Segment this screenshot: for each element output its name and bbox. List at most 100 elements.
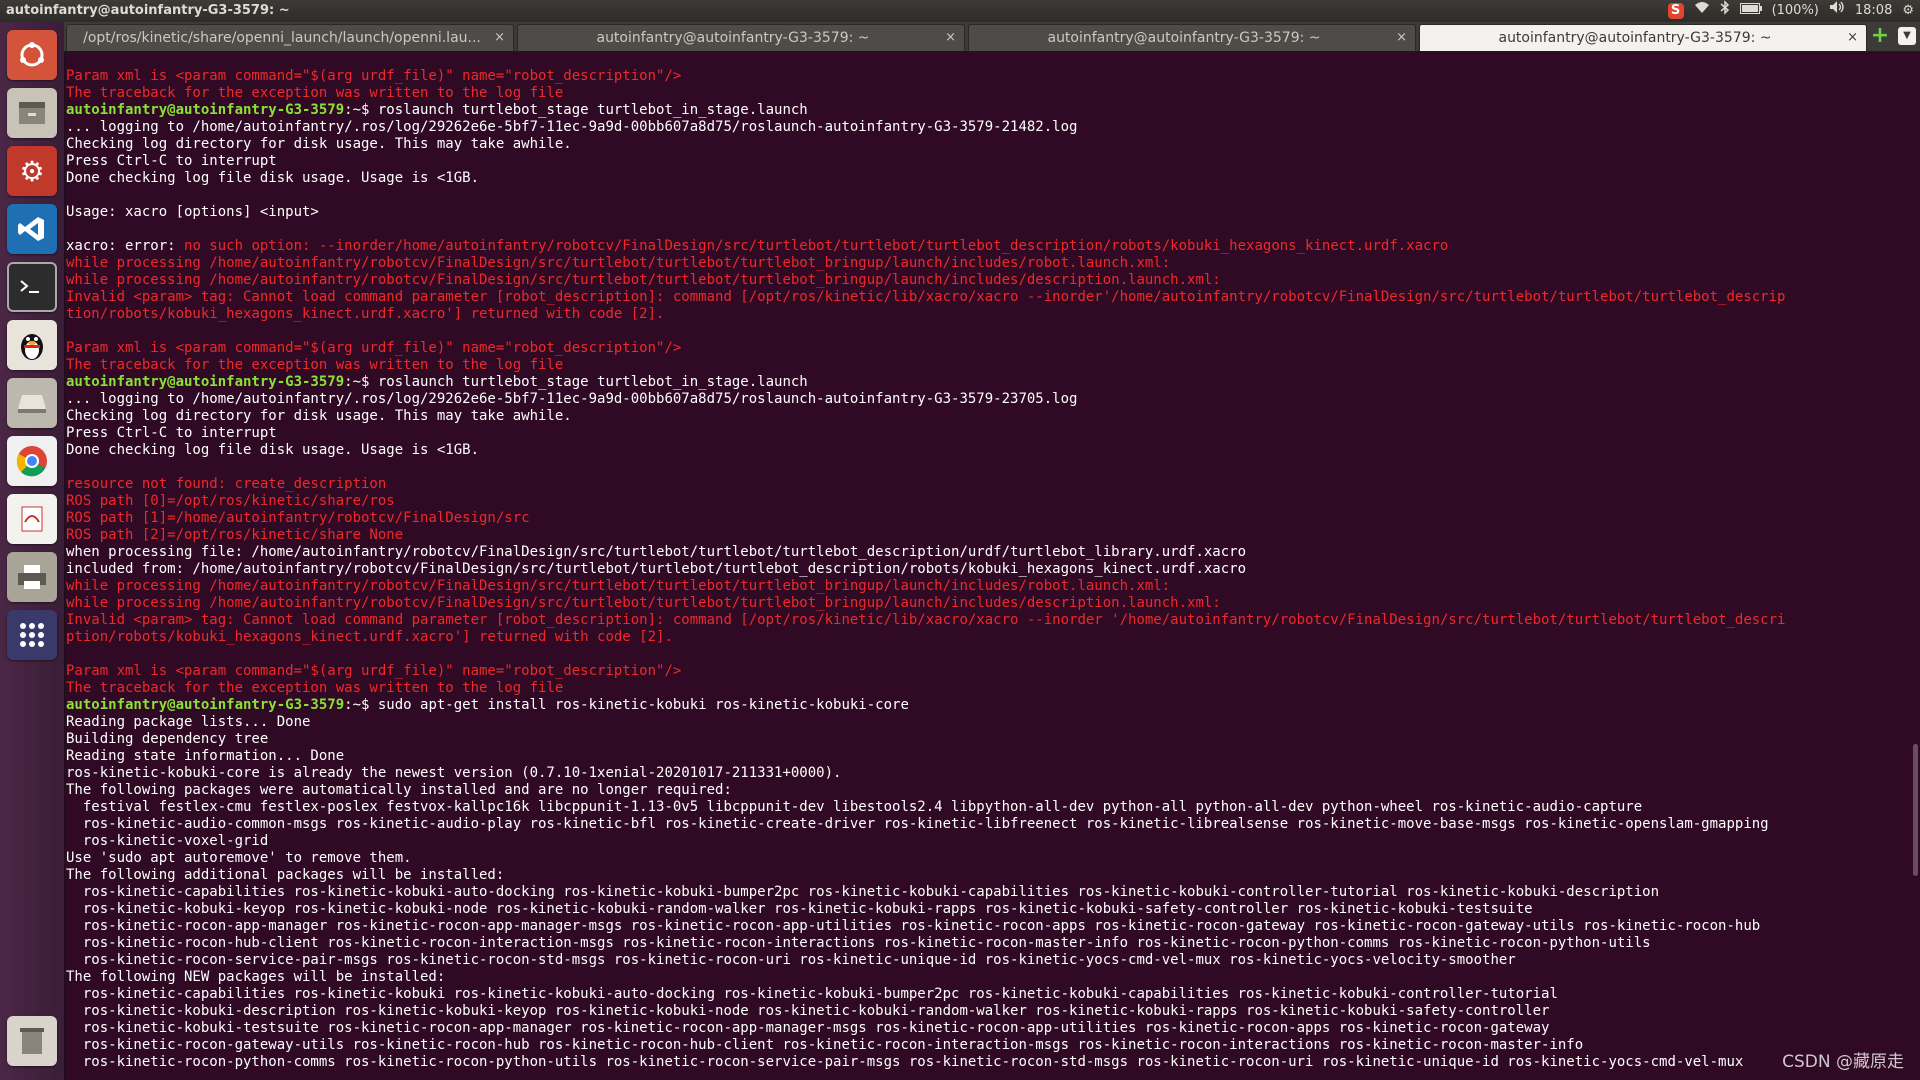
qq-penguin-icon[interactable]	[7, 320, 57, 370]
disk-drive-icon[interactable]	[7, 378, 57, 428]
terminal-line: Usage: xacro [options] <input>	[66, 204, 1904, 221]
output-text: The following NEW packages will be insta…	[66, 969, 446, 985]
terminal-line: ption/robots/kobuki_hexagons_kinect.urdf…	[66, 629, 1904, 646]
tab-label: autoinfantry@autoinfantry-G3-3579: ~	[1047, 30, 1321, 46]
error-text: tion/robots/kobuki_hexagons_kinect.urdf.…	[66, 306, 665, 322]
files-icon[interactable]	[7, 88, 57, 138]
close-icon[interactable]: ×	[1396, 25, 1407, 51]
output-text: ros-kinetic-capabilities ros-kinetic-kob…	[66, 884, 1660, 900]
terminal-line: ... logging to /home/autoinfantry/.ros/l…	[66, 391, 1904, 408]
volume-icon[interactable]	[1829, 0, 1845, 22]
terminal-line: ros-kinetic-rocon-gateway-utils ros-kine…	[66, 1037, 1904, 1054]
terminal-line: while processing /home/autoinfantry/robo…	[66, 595, 1904, 612]
tab-terminal-2[interactable]: autoinfantry@autoinfantry-G3-3579: ~ ×	[517, 24, 965, 51]
terminal-line: ros-kinetic-audio-common-msgs ros-kineti…	[66, 816, 1904, 833]
printer-icon[interactable]	[7, 552, 57, 602]
chevron-down-icon[interactable]: ▼	[1898, 27, 1916, 45]
terminal-line: Reading package lists... Done	[66, 714, 1904, 731]
tab-openni-launch[interactable]: /opt/ros/kinetic/share/openni_launch/lau…	[66, 24, 514, 51]
output-text: ros-kinetic-rocon-python-comms ros-kinet…	[66, 1054, 1744, 1070]
gear-icon[interactable]: ⚙	[1902, 0, 1914, 22]
output-text: Reading state information... Done	[66, 748, 345, 764]
close-icon[interactable]: ×	[494, 25, 505, 51]
system-tray: S (100%) 18:08 ⚙	[1667, 0, 1914, 23]
output-text: Checking log directory for disk usage. T…	[66, 136, 572, 152]
terminal-output[interactable]: Param xml is <param command="$(arg urdf_…	[66, 68, 1904, 1080]
output-text: ros-kinetic-rocon-gateway-utils ros-kine…	[66, 1037, 1584, 1053]
output-text: :~$ sudo apt-get install ros-kinetic-kob…	[344, 697, 909, 713]
output-text: ros-kinetic-kobuki-core is already the n…	[66, 765, 842, 781]
error-text: Param xml is <param command="$(arg urdf_…	[66, 68, 682, 84]
terminal-line: The following additional packages will b…	[66, 867, 1904, 884]
shell-prompt: autoinfantry@autoinfantry-G3-3579	[66, 102, 345, 118]
terminal-line: Use 'sudo apt autoremove' to remove them…	[66, 850, 1904, 867]
error-text: ROS path [2]=/opt/ros/kinetic/share None	[66, 527, 404, 543]
terminal-line: The traceback for the exception was writ…	[66, 680, 1904, 697]
terminal-line: The traceback for the exception was writ…	[66, 85, 1904, 102]
close-icon[interactable]: ×	[945, 25, 956, 51]
output-text: ros-kinetic-kobuki-description ros-kinet…	[66, 1003, 1550, 1019]
error-text: no such option: --inorder/home/autoinfan…	[184, 238, 1449, 254]
tab-terminal-3[interactable]: autoinfantry@autoinfantry-G3-3579: ~ ×	[968, 24, 1416, 51]
bluetooth-icon[interactable]	[1720, 0, 1730, 23]
error-text: ption/robots/kobuki_hexagons_kinect.urdf…	[66, 629, 673, 645]
battery-icon[interactable]	[1739, 0, 1762, 22]
window-title: autoinfantry@autoinfantry-G3-3579: ~	[6, 3, 290, 18]
terminal-line: Checking log directory for disk usage. T…	[66, 136, 1904, 153]
app-grid-icon[interactable]	[7, 610, 57, 660]
dash-home-icon[interactable]	[7, 30, 57, 80]
terminal-line: when processing file: /home/autoinfantry…	[66, 544, 1904, 561]
terminal-line: Param xml is <param command="$(arg urdf_…	[66, 340, 1904, 357]
terminal-line: ros-kinetic-capabilities ros-kinetic-kob…	[66, 884, 1904, 901]
new-tab-plus-icon[interactable]: +	[1870, 25, 1890, 47]
error-text: The traceback for the exception was writ…	[66, 85, 564, 101]
terminal-line: The following packages were automaticall…	[66, 782, 1904, 799]
terminal-line: while processing /home/autoinfantry/robo…	[66, 255, 1904, 272]
terminal-line: Invalid <param> tag: Cannot load command…	[66, 289, 1904, 306]
output-text: included from: /home/autoinfantry/robotc…	[66, 561, 1247, 577]
vscode-icon[interactable]	[7, 204, 57, 254]
terminal-line: autoinfantry@autoinfantry-G3-3579:~$ sud…	[66, 697, 1904, 714]
terminal-line: autoinfantry@autoinfantry-G3-3579:~$ ros…	[66, 102, 1904, 119]
terminal-tab-bar: /opt/ros/kinetic/share/openni_launch/lau…	[64, 22, 1920, 52]
sogou-input-icon[interactable]: S	[1667, 3, 1684, 19]
close-icon[interactable]: ×	[1847, 25, 1858, 51]
terminal-line: Invalid <param> tag: Cannot load command…	[66, 612, 1904, 629]
output-text: Usage: xacro [options] <input>	[66, 204, 319, 220]
error-text: ROS path [0]=/opt/ros/kinetic/share/ros	[66, 493, 395, 509]
launcher: ⚙	[0, 22, 65, 1080]
output-text: ros-kinetic-capabilities ros-kinetic-kob…	[66, 986, 1558, 1002]
terminal-line: ros-kinetic-kobuki-description ros-kinet…	[66, 1003, 1904, 1020]
terminal-icon[interactable]	[7, 262, 57, 312]
tab-label: autoinfantry@autoinfantry-G3-3579: ~	[1498, 30, 1772, 46]
terminal-line: autoinfantry@autoinfantry-G3-3579:~$ ros…	[66, 374, 1904, 391]
output-text: ros-kinetic-kobuki-keyop ros-kinetic-kob…	[66, 901, 1533, 917]
terminal-line: ros-kinetic-rocon-service-pair-msgs ros-…	[66, 952, 1904, 969]
terminal-line: while processing /home/autoinfantry/robo…	[66, 578, 1904, 595]
terminal-line: The traceback for the exception was writ…	[66, 357, 1904, 374]
system-settings-icon[interactable]: ⚙	[7, 146, 57, 196]
battery-percent[interactable]: (100%)	[1772, 0, 1819, 22]
document-viewer-icon[interactable]	[7, 494, 57, 544]
terminal-line: ros-kinetic-kobuki-keyop ros-kinetic-kob…	[66, 901, 1904, 918]
error-text: while processing /home/autoinfantry/robo…	[66, 255, 1171, 271]
tab-label: autoinfantry@autoinfantry-G3-3579: ~	[596, 30, 870, 46]
scrollbar-thumb[interactable]	[1913, 744, 1918, 876]
shell-prompt: autoinfantry@autoinfantry-G3-3579	[66, 697, 345, 713]
tab-terminal-active[interactable]: autoinfantry@autoinfantry-G3-3579: ~ ×	[1419, 24, 1867, 51]
terminal-line: ros-kinetic-kobuki-testsuite ros-kinetic…	[66, 1020, 1904, 1037]
output-text: ros-kinetic-voxel-grid	[66, 833, 269, 849]
output-text: xacro: error:	[66, 238, 185, 254]
output-text: Done checking log file disk usage. Usage…	[66, 170, 480, 186]
clock[interactable]: 18:08	[1855, 0, 1892, 22]
output-text: :~$ roslaunch turtlebot_stage turtlebot_…	[344, 102, 808, 118]
trash-icon[interactable]	[7, 1016, 57, 1066]
error-text: Invalid <param> tag: Cannot load command…	[66, 289, 1786, 305]
terminal-line: Param xml is <param command="$(arg urdf_…	[66, 663, 1904, 680]
chrome-icon[interactable]	[7, 436, 57, 486]
terminal-line: tion/robots/kobuki_hexagons_kinect.urdf.…	[66, 306, 1904, 323]
output-text: when processing file: /home/autoinfantry…	[66, 544, 1247, 560]
wifi-icon[interactable]	[1694, 0, 1710, 22]
